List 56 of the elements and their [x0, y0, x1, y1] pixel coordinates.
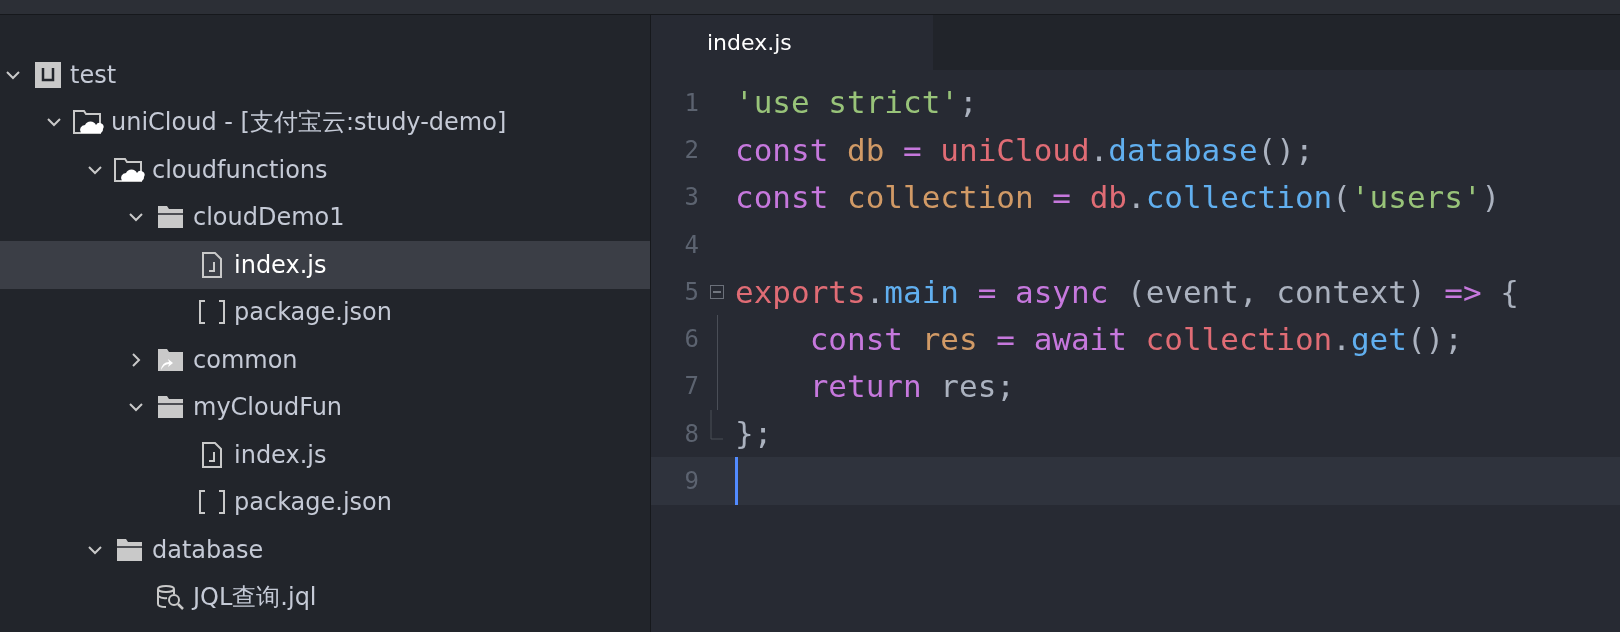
tree-item-label: cloudDemo1: [193, 202, 345, 234]
folder-icon: [116, 537, 144, 562]
code-line: };: [735, 414, 773, 454]
tree-item[interactable]: package.json: [0, 288, 650, 336]
tree-item-label: package.json: [234, 297, 392, 329]
tree-item-label: database: [152, 534, 264, 566]
code-line: return res;: [808, 367, 1015, 407]
cloud-folder-icon: [114, 156, 146, 183]
editor-tab[interactable]: index.js: [651, 15, 933, 70]
tree-item[interactable]: cloudDemo1: [0, 193, 650, 241]
tree-item[interactable]: database: [0, 526, 650, 574]
code-line: 'use strict';: [735, 83, 978, 123]
code-line: const collection = db.collection('users'): [735, 178, 1501, 217]
folder-icon: [157, 205, 185, 230]
line-number: 3: [684, 182, 699, 214]
file-icon: [202, 441, 222, 468]
database-search-icon: [157, 584, 185, 611]
brackets-icon: [198, 489, 226, 516]
line-number: 7: [684, 371, 699, 403]
code-line: const db = uniCloud.database();: [735, 130, 1314, 170]
line-number: 1: [684, 87, 699, 119]
tree-item[interactable]: cloudfunctions: [0, 146, 650, 194]
file-icon: [202, 251, 222, 278]
tree-item-label: uniCloud - [支付宝云:study-demo]: [111, 107, 507, 139]
text-cursor: [735, 457, 738, 505]
tree-item[interactable]: index.js: [0, 241, 650, 289]
tree-item-label: cloudfunctions: [152, 154, 328, 186]
fold-end-icon: [710, 410, 724, 441]
line-number: 2: [684, 134, 699, 166]
chevron-right-icon[interactable]: [129, 352, 143, 367]
tree-item-label: index.js: [234, 439, 327, 471]
tree-item[interactable]: myCloudFun: [0, 383, 650, 431]
folder-icon: [157, 395, 185, 420]
tree-item[interactable]: common: [0, 336, 650, 384]
tree-item-label: myCloudFun: [193, 392, 343, 424]
tree-item-label: package.json: [234, 487, 392, 519]
tree-item-label: common: [193, 344, 298, 376]
tree-item[interactable]: JQL查询.jql: [0, 573, 650, 621]
tree-item-label: test: [70, 59, 117, 91]
tree-item[interactable]: test: [0, 51, 650, 99]
code-line: const res = await collection.get();: [808, 319, 1463, 359]
cloud-folder-icon: [73, 109, 105, 136]
tree-item[interactable]: index.js: [0, 431, 650, 479]
tree-item-label: JQL查询.jql: [193, 582, 317, 614]
line-number: 8: [684, 418, 699, 450]
project-icon: [35, 61, 61, 88]
tree-item[interactable]: package.json: [0, 478, 650, 526]
brackets-icon: [198, 299, 226, 326]
line-number: 6: [684, 324, 699, 356]
tree-item[interactable]: uniCloud - [支付宝云:study-demo]: [0, 98, 650, 146]
shortcut-folder-icon: [157, 347, 185, 372]
line-number: 5: [684, 276, 699, 308]
tree-item-label: index.js: [234, 249, 327, 281]
line-number: 4: [684, 229, 699, 261]
fold-toggle-icon[interactable]: [710, 284, 724, 299]
code-line: exports.main = async (event, context) => {: [735, 272, 1519, 312]
